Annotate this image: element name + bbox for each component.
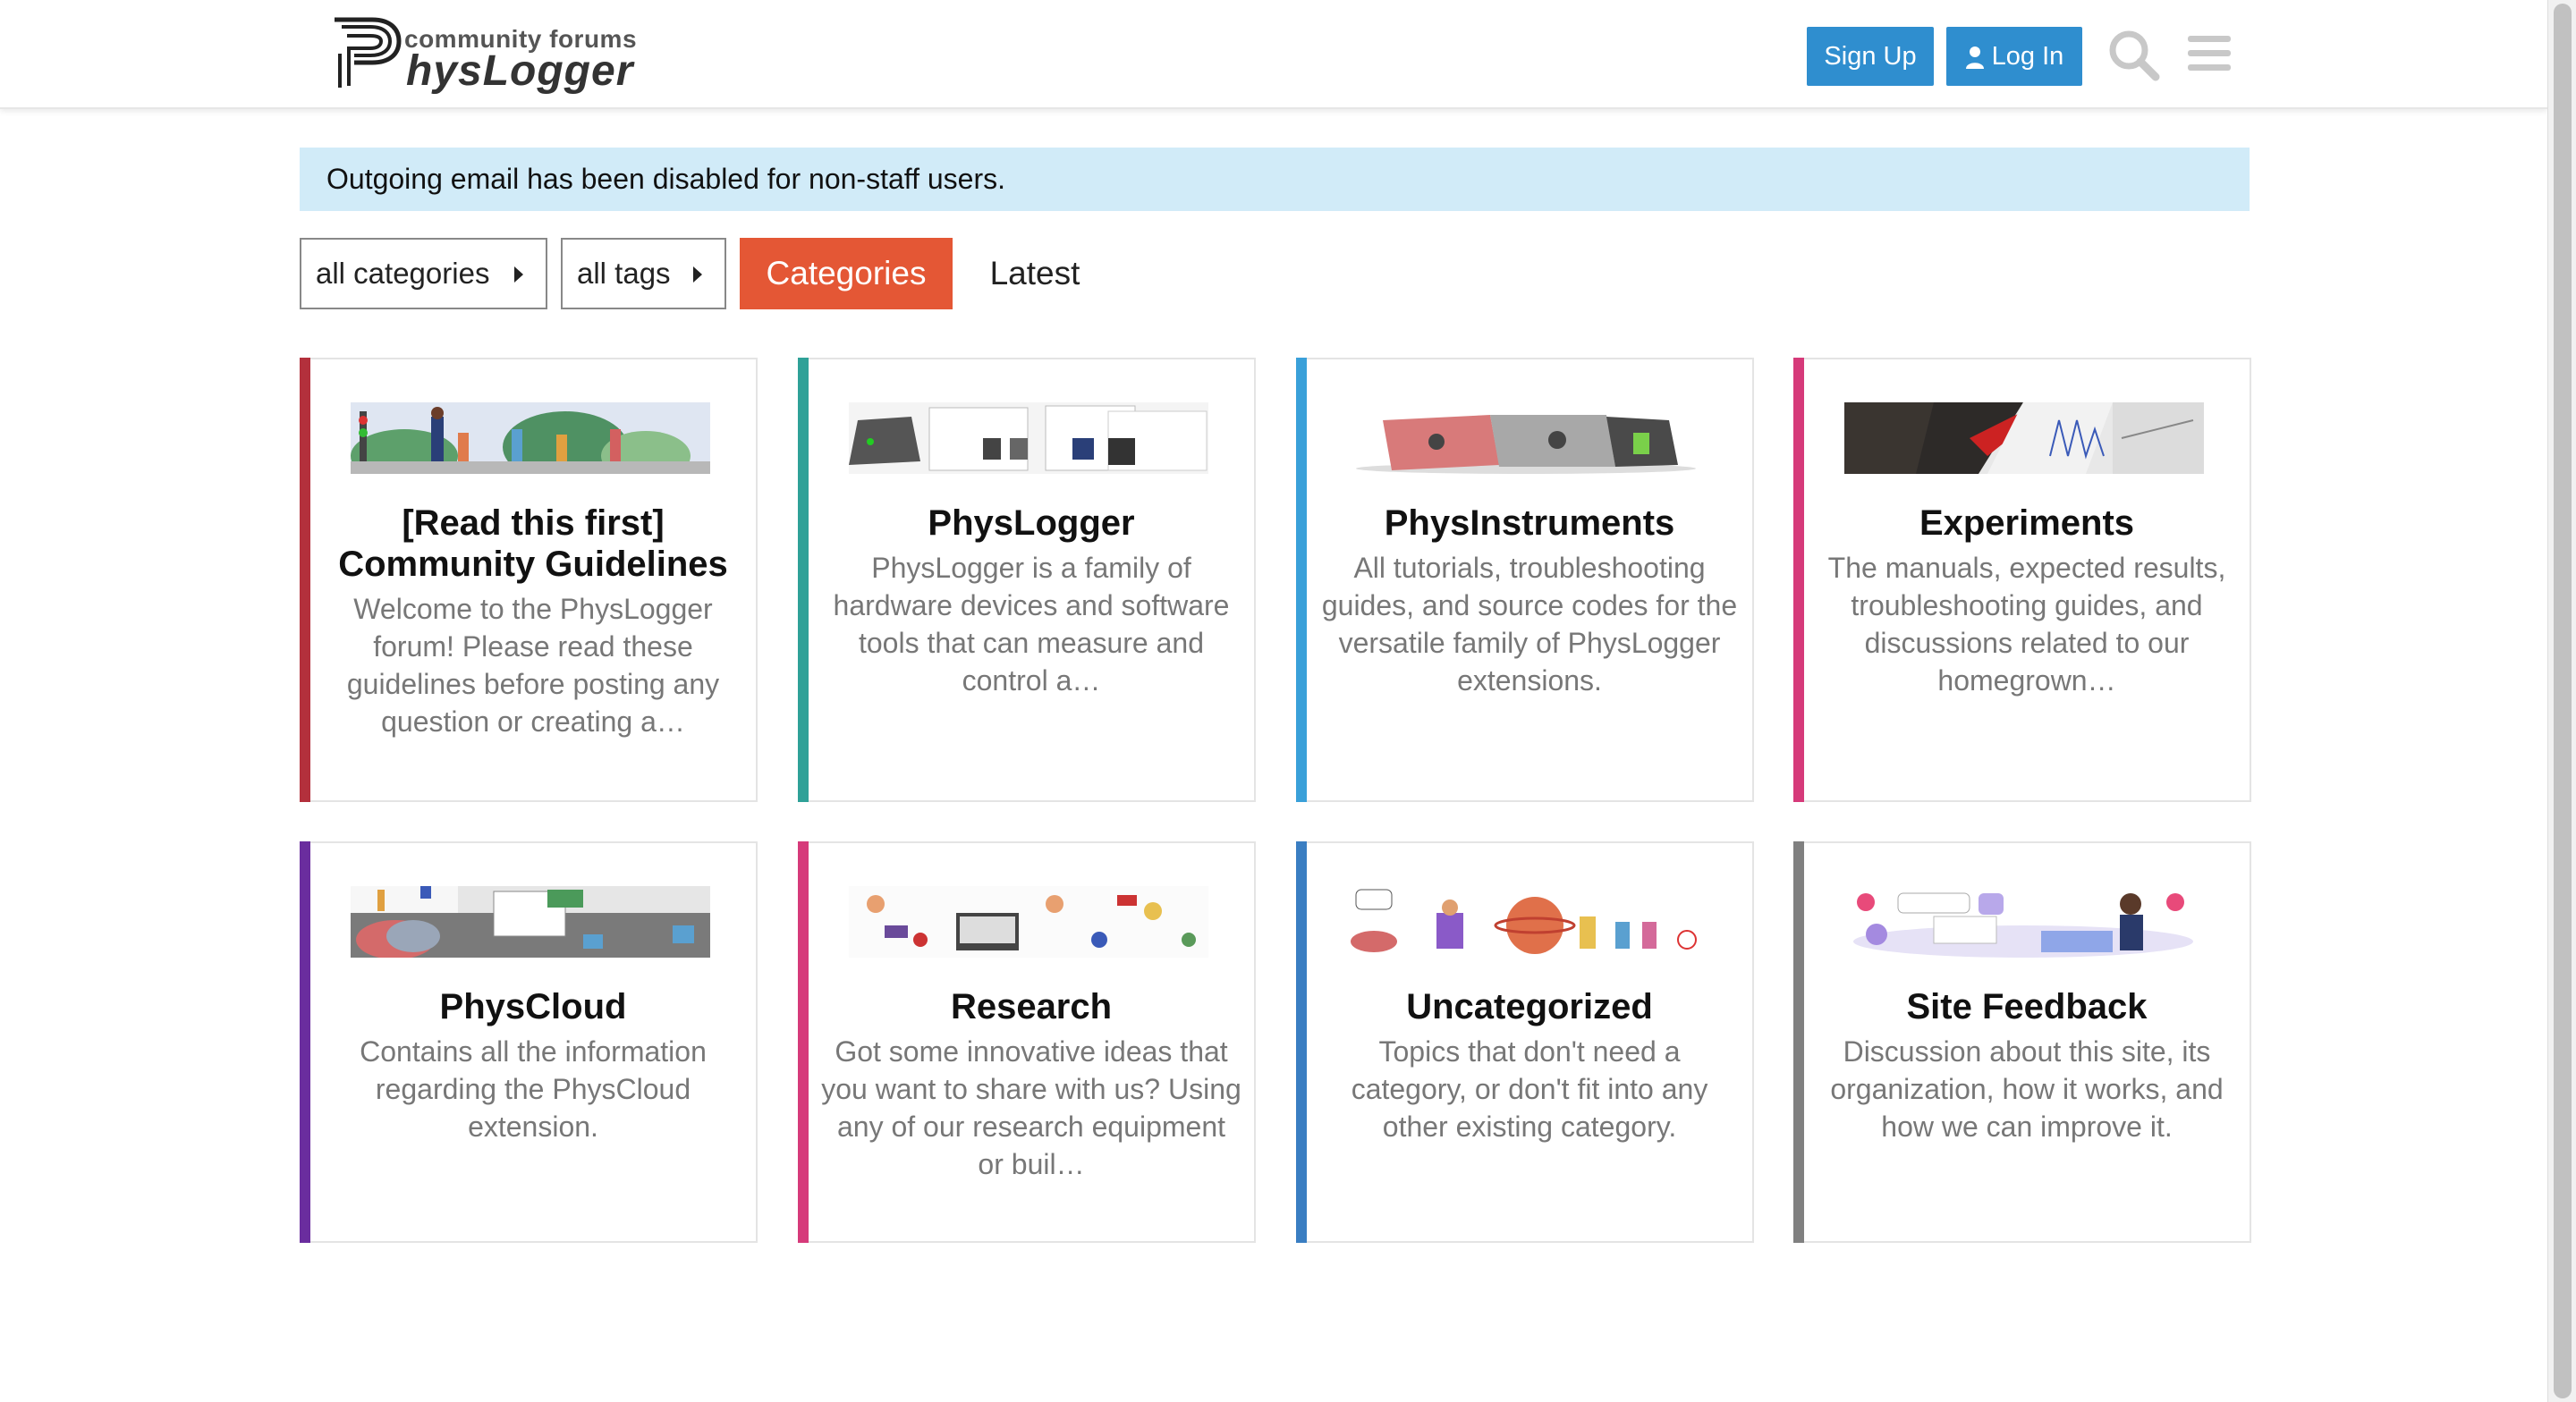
all-categories-label: all categories bbox=[316, 257, 490, 290]
search-icon[interactable] bbox=[2107, 29, 2161, 82]
category-color-bar bbox=[798, 841, 809, 1243]
log-in-label: Log In bbox=[1991, 42, 2064, 71]
all-categories-dropdown[interactable]: all categories bbox=[300, 238, 547, 309]
category-color-bar bbox=[1296, 358, 1307, 802]
caret-right-icon bbox=[514, 266, 523, 283]
category-title[interactable]: Uncategorized bbox=[1310, 986, 1749, 1027]
category-card-physinstruments[interactable]: PhysInstruments All tutorials, troublesh… bbox=[1296, 358, 1754, 802]
hamburger-menu-icon[interactable] bbox=[2186, 32, 2233, 75]
category-title[interactable]: Experiments bbox=[1808, 503, 2246, 544]
category-card-physcloud[interactable]: PhysCloud Contains all the information r… bbox=[300, 841, 758, 1243]
category-color-bar bbox=[1793, 358, 1804, 802]
physlogger-logo-icon bbox=[335, 17, 402, 88]
email-disabled-notice: Outgoing email has been disabled for non… bbox=[300, 148, 2250, 211]
category-card-community-guidelines[interactable]: [Read this first] Community Guidelines W… bbox=[300, 358, 758, 802]
category-title[interactable]: PhysLogger bbox=[812, 503, 1250, 544]
category-image-guidelines bbox=[351, 402, 710, 474]
category-card-site-feedback[interactable]: Site Feedback Discussion about this site… bbox=[1793, 841, 2251, 1243]
category-image-physlogger bbox=[849, 402, 1208, 474]
category-card-physlogger[interactable]: PhysLogger PhysLogger is a family of har… bbox=[798, 358, 1256, 802]
category-title[interactable]: PhysCloud bbox=[314, 986, 752, 1027]
category-color-bar bbox=[1296, 841, 1307, 1243]
scrollbar-thumb[interactable] bbox=[2554, 4, 2572, 1398]
category-description: Welcome to the PhysLogger forum! Please … bbox=[346, 593, 720, 738]
scrollbar[interactable] bbox=[2547, 0, 2576, 1402]
category-color-bar bbox=[1793, 841, 1804, 1243]
site-logo[interactable]: community forums hysLogger bbox=[327, 14, 640, 95]
category-description: PhysLogger is a family of hardware devic… bbox=[833, 552, 1230, 697]
category-title[interactable]: PhysInstruments bbox=[1310, 503, 1749, 544]
category-color-bar bbox=[300, 841, 310, 1243]
category-card-research[interactable]: Research Got some innovative ideas that … bbox=[798, 841, 1256, 1243]
all-tags-dropdown[interactable]: all tags bbox=[561, 238, 726, 309]
category-image-physcloud bbox=[351, 886, 710, 958]
all-tags-label: all tags bbox=[577, 257, 671, 290]
category-description: All tutorials, troubleshooting guides, a… bbox=[1321, 552, 1738, 697]
tab-categories[interactable]: Categories bbox=[740, 238, 953, 309]
user-icon bbox=[1965, 46, 1984, 70]
category-image-physinstruments bbox=[1347, 402, 1707, 474]
category-description: Contains all the information regarding t… bbox=[360, 1035, 707, 1143]
category-description: Got some innovative ideas that you want … bbox=[821, 1035, 1241, 1180]
sign-up-button[interactable]: Sign Up bbox=[1807, 27, 1934, 86]
log-in-button[interactable]: Log In bbox=[1946, 27, 2082, 86]
category-description: The manuals, expected results, troublesh… bbox=[1827, 552, 2226, 697]
category-title[interactable]: Site Feedback bbox=[1808, 986, 2246, 1027]
site-header: community forums hysLogger Sign Up Log I… bbox=[0, 0, 2547, 109]
category-title[interactable]: [Read this first] Community Guidelines bbox=[314, 503, 752, 585]
category-color-bar bbox=[798, 358, 809, 802]
category-image-uncategorized bbox=[1347, 886, 1707, 958]
tab-latest[interactable]: Latest bbox=[968, 238, 1102, 309]
category-description: Discussion about this site, its organiza… bbox=[1830, 1035, 2224, 1143]
category-color-bar bbox=[300, 358, 310, 802]
caret-right-icon bbox=[693, 266, 702, 283]
category-card-uncategorized[interactable]: Uncategorized Topics that don't need a c… bbox=[1296, 841, 1754, 1243]
category-title[interactable]: Research bbox=[812, 986, 1250, 1027]
category-image-site-feedback bbox=[1844, 886, 2204, 958]
category-image-experiments bbox=[1844, 402, 2204, 474]
category-card-experiments[interactable]: Experiments The manuals, expected result… bbox=[1793, 358, 2251, 802]
category-description: Topics that don't need a category, or do… bbox=[1351, 1035, 1708, 1143]
logo-wordmark: hysLogger bbox=[406, 47, 634, 95]
category-image-research bbox=[849, 886, 1208, 958]
